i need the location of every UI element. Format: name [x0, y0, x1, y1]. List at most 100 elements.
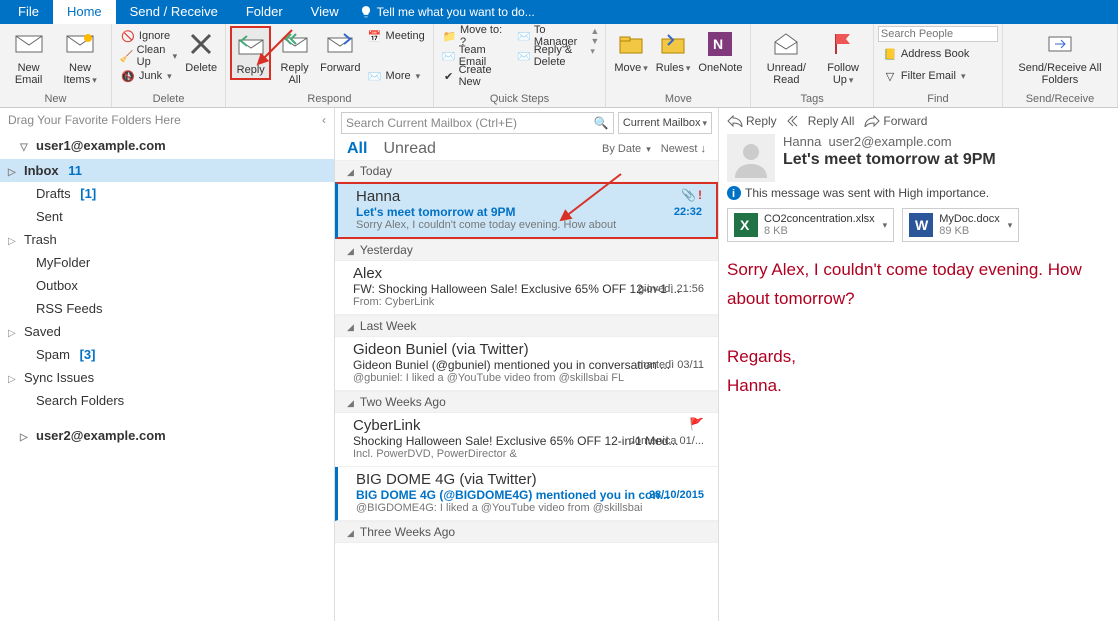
filter-email-button[interactable]: ▽Filter Email▾: [878, 66, 970, 86]
cleanup-button[interactable]: 🧹Clean Up▾: [116, 46, 181, 66]
meeting-button[interactable]: 📅Meeting: [363, 26, 429, 46]
unread-read-button[interactable]: Unread/ Read: [755, 26, 817, 88]
delete-x-icon: [185, 28, 217, 60]
tab-send-receive[interactable]: Send / Receive: [116, 0, 232, 24]
ignore-button[interactable]: 🚫Ignore: [116, 26, 181, 46]
rules-button[interactable]: Rules▾: [652, 26, 695, 76]
folder-rss-feeds[interactable]: RSS Feeds: [0, 297, 334, 320]
onenote-button[interactable]: NOneNote: [694, 26, 746, 76]
msg-preview: @BIGDOME4G: I liked a @YouTube video fro…: [356, 502, 702, 514]
tab-folder[interactable]: Folder: [232, 0, 297, 24]
attachment-xlsx[interactable]: XCO2concentration.xlsx8 KB▾: [727, 208, 894, 242]
message-item[interactable]: 🚩CyberLinkShocking Halloween Sale! Exclu…: [335, 413, 718, 467]
send-receive-all-button[interactable]: Send/Receive All Folders: [1007, 26, 1113, 88]
reading-reply[interactable]: Reply: [727, 114, 777, 128]
msg-subject: Let's meet tomorrow at 9PM: [356, 205, 700, 219]
info-icon: i: [727, 186, 741, 200]
tab-file[interactable]: File: [4, 0, 53, 24]
sort-by-date[interactable]: By Date ▾: [602, 143, 651, 155]
folder-sync-issues[interactable]: Sync Issues: [0, 366, 334, 389]
calendar-icon: 📅: [367, 28, 383, 44]
folder-trash[interactable]: Trash: [0, 228, 334, 251]
move-button[interactable]: Move▾: [610, 26, 651, 76]
account-2[interactable]: user2@example.com: [0, 422, 334, 449]
account-1[interactable]: user1@example.com: [0, 132, 334, 159]
message-item[interactable]: AlexFW: Shocking Halloween Sale! Exclusi…: [335, 261, 718, 315]
svg-text:X: X: [740, 217, 750, 233]
quickstep-scroll-up[interactable]: ▲: [590, 26, 599, 36]
sort-newest[interactable]: Newest ↓: [661, 143, 706, 155]
flag-small-icon: 🚩: [689, 417, 704, 431]
new-items-button[interactable]: New Items▾: [53, 26, 107, 88]
search-people-input[interactable]: [878, 26, 998, 42]
quickstep-scroll-down[interactable]: ▼: [590, 36, 599, 46]
importance-notice: i This message was sent with High import…: [727, 186, 1110, 200]
ribbon-group-respond: Reply Reply All Forward 📅Meeting ✉️More▾…: [226, 24, 433, 107]
tab-home[interactable]: Home: [53, 0, 116, 24]
folder-outbox[interactable]: Outbox: [0, 274, 334, 297]
quickstep-create[interactable]: ✔Create New: [438, 66, 513, 86]
folder-saved[interactable]: Saved: [0, 320, 334, 343]
date-header[interactable]: Today: [335, 160, 718, 182]
folder-myfolder[interactable]: MyFolder: [0, 251, 334, 274]
reply-all-button[interactable]: Reply All: [271, 26, 318, 88]
team-icon: ✉️: [442, 48, 456, 64]
ribbon-group-sendreceive: Send/Receive All Folders Send/Receive: [1003, 24, 1118, 107]
favorites-header: Drag Your Favorite Folders Here ‹: [0, 108, 334, 132]
reading-reply-all[interactable]: Reply All: [787, 114, 855, 128]
filter-all[interactable]: All: [347, 140, 367, 158]
message-item[interactable]: 📎!HannaLet's meet tomorrow at 9PMSorry A…: [335, 182, 718, 239]
ribbon-group-new: New Email New Items▾ New: [0, 24, 112, 107]
msg-from: Gideon Buniel (via Twitter): [353, 341, 702, 358]
attachment-docx[interactable]: WMyDoc.docx89 KB▾: [902, 208, 1019, 242]
msg-from: BIG DOME 4G (via Twitter): [356, 471, 702, 488]
quickstep-expand[interactable]: ▾: [590, 46, 599, 57]
folder-search-folders[interactable]: Search Folders: [0, 389, 334, 412]
manager-icon: ✉️: [517, 28, 531, 44]
menu-bar: File Home Send / Receive Folder View Tel…: [0, 0, 1118, 24]
more-respond-button[interactable]: ✉️More▾: [363, 66, 429, 86]
folder-drafts[interactable]: Drafts [1]: [0, 182, 334, 205]
date-header[interactable]: Two Weeks Ago: [335, 391, 718, 413]
forward-small-icon: [864, 115, 880, 127]
forward-button[interactable]: Forward: [318, 26, 363, 76]
quickstep-manager[interactable]: ✉️To Manager: [513, 26, 588, 46]
delete-button[interactable]: Delete: [181, 26, 221, 76]
quickstep-moveto[interactable]: 📁Move to: ?: [438, 26, 513, 46]
ignore-icon: 🚫: [120, 28, 136, 44]
date-header[interactable]: Three Weeks Ago: [335, 521, 718, 543]
envelope-star-icon: [64, 28, 96, 60]
reply-button[interactable]: Reply: [230, 26, 271, 80]
junk-button[interactable]: 🚯Junk▾: [116, 66, 181, 86]
new-email-button[interactable]: New Email: [4, 26, 53, 88]
quickstep-team[interactable]: ✉️Team Email: [438, 46, 513, 66]
date-header[interactable]: Last Week: [335, 315, 718, 337]
quickstep-replydelete[interactable]: ✉️Reply & Delete: [513, 46, 588, 66]
sync-icon: [1044, 28, 1076, 60]
follow-up-button[interactable]: Follow Up▾: [817, 26, 869, 88]
message-item[interactable]: Gideon Buniel (via Twitter)Gideon Buniel…: [335, 337, 718, 391]
date-header[interactable]: Yesterday: [335, 239, 718, 261]
filter-unread[interactable]: Unread: [383, 140, 435, 158]
reply-delete-icon: ✉️: [517, 48, 531, 64]
collapse-nav-icon[interactable]: ‹: [322, 113, 326, 127]
address-book-button[interactable]: 📒Address Book: [878, 44, 973, 64]
file-docx-icon: W: [909, 213, 933, 237]
junk-icon: 🚯: [120, 68, 136, 84]
forward-icon: [324, 28, 356, 60]
tell-me[interactable]: Tell me what you want to do...: [359, 5, 535, 19]
attachment-icon: 📎: [681, 188, 696, 202]
search-mailbox-input[interactable]: Search Current Mailbox (Ctrl+E) 🔍: [341, 112, 614, 134]
message-item[interactable]: BIG DOME 4G (via Twitter)BIG DOME 4G (@B…: [335, 467, 718, 521]
msg-preview: @gbuniel: I liked a @YouTube video from …: [353, 372, 702, 384]
folder-inbox[interactable]: Inbox 11: [0, 159, 334, 182]
flag-icon: [827, 28, 859, 60]
tab-view[interactable]: View: [297, 0, 353, 24]
folder-spam[interactable]: Spam [3]: [0, 343, 334, 366]
ribbon-group-quicksteps: 📁Move to: ? ✉️To Manager ✉️Team Email ✉️…: [434, 24, 607, 107]
check-icon: ✔: [442, 68, 456, 84]
folder-sent[interactable]: Sent: [0, 205, 334, 228]
reading-forward[interactable]: Forward: [864, 114, 927, 128]
search-scope-dropdown[interactable]: Current Mailbox▾: [618, 112, 712, 134]
broom-icon: 🧹: [120, 48, 134, 64]
